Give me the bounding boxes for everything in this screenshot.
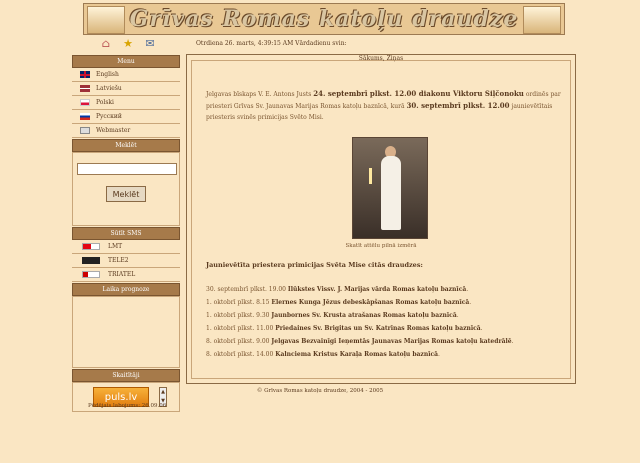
weather-header: Laika prognoze (72, 283, 180, 296)
search-button[interactable]: Meklēt (106, 186, 146, 202)
breadcrumb: Sākums, Ziņas (358, 55, 404, 62)
mail-icon[interactable]: ✉ (144, 38, 156, 50)
top-icons: ⌂ ★ ✉ (100, 38, 156, 50)
sms-item-triatel[interactable]: TRIATEL (72, 268, 180, 282)
menu-item-label: Latviešu (96, 85, 122, 92)
photo-figure (381, 156, 401, 230)
event-end: . (469, 299, 472, 306)
sms-item-label: LMT (108, 243, 123, 250)
date-bar: Otrdiena 26. marts, 4:39:15 AM Vārdadien… (196, 40, 347, 47)
list-item: 1. oktobrī plkst. 8.15 Elernes Kunga Jēz… (206, 296, 514, 309)
event-where: Kalnciema Kristus Karaļa Romas katoļu ba… (275, 351, 439, 358)
event-end: . (511, 338, 514, 345)
event-when: 30. septembrī plkst. 19.00 (206, 286, 288, 293)
sms-item-tele2[interactable]: TELE2 (72, 254, 180, 268)
menu-item-polish[interactable]: Polski (72, 96, 180, 110)
weather-panel (72, 296, 180, 368)
poland-flag-icon (80, 99, 90, 106)
last-updated: Pēdējais labojums: 26.09.06 (88, 403, 167, 409)
photo-candle (369, 168, 372, 184)
event-where: Elernes Kunga Jēzus debeskāpšanas Romas … (271, 299, 470, 306)
list-item: 30. septembrī plkst. 19.00 Ilūkstes Viss… (206, 283, 514, 296)
lead-bold-1: 24. septembrī plkst. 12.00 diakonu Vikto… (313, 89, 524, 98)
event-when: 1. oktobrī plkst. 11.00 (206, 325, 276, 332)
webmaster-icon (80, 127, 90, 134)
events-list: 30. septembrī plkst. 19.00 Ilūkstes Viss… (206, 283, 514, 361)
menu-item-webmaster[interactable]: Webmaster (72, 124, 180, 138)
menu-header: Menu (72, 55, 180, 68)
menu-item-label: Polski (96, 99, 114, 106)
event-when: 1. oktobrī plkst. 8.15 (206, 299, 272, 306)
counter-header: Skaitītāji (72, 369, 180, 382)
event-where: Priedaines Sv. Brigitas un Sv. Katrīnas … (275, 325, 481, 332)
search-header: Meklēt (72, 139, 180, 152)
list-item: 8. oktobrī plkst. 14.00 Kalnciema Kristu… (206, 348, 514, 361)
event-where: Jelgavas Bezvainīgi Ieņemtās Jaunavas Ma… (271, 338, 512, 345)
event-where: Jaunbornes Sv. Krusta atrašanas Romas ka… (271, 312, 457, 319)
event-when: 1. oktobrī plkst. 9.30 (206, 312, 272, 319)
event-end: . (438, 351, 440, 358)
main-content: Sākums, Ziņas Jelgavas bīskaps V. E. Ant… (186, 54, 576, 384)
sms-item-label: TRIATEL (108, 271, 136, 278)
sms-item-label: TELE2 (108, 257, 129, 264)
church-picture-right (523, 6, 561, 34)
event-end: . (480, 325, 483, 332)
uk-flag-icon (80, 71, 90, 78)
site-banner: Grīvas Romas katoļu draudze (83, 3, 565, 35)
menu-item-label: Pyccкий (96, 113, 122, 120)
sms-header: Sūtīt SMS (72, 227, 180, 240)
church-picture-left (87, 6, 125, 34)
list-item: 1. oktobrī plkst. 11.00 Priedaines Sv. B… (206, 322, 514, 335)
priest-photo[interactable] (352, 137, 428, 239)
lead-paragraph: Jelgavas bīskaps V. E. Antons Justs 24. … (206, 88, 566, 123)
lmt-logo-icon (82, 243, 100, 250)
latvia-flag-icon (80, 85, 90, 92)
event-when: 8. oktobrī plkst. 14.00 (206, 351, 276, 358)
menu-item-russian[interactable]: Pyccкий (72, 110, 180, 124)
sms-item-lmt[interactable]: LMT (72, 240, 180, 254)
tele2-logo-icon (82, 257, 100, 264)
lead-text-1: Jelgavas bīskaps V. E. Antons Justs (206, 91, 314, 98)
lead-bold-2: 30. septembrī plkst. 12.00 (406, 101, 510, 110)
triatel-logo-icon (82, 271, 100, 278)
menu-item-label: Webmaster (96, 127, 131, 134)
list-item: 8. oktobrī plkst. 9.00 Jelgavas Bezvainī… (206, 335, 514, 348)
events-subhead: Jaunievētīta priestera primicijas Svēta … (206, 261, 423, 269)
sidebar: Menu English Latviešu Polski Pyccкий Web… (72, 54, 180, 412)
event-end: . (456, 312, 459, 319)
page-footer: © Grīvas Romas katoļu draudze, 2004 - 20… (256, 388, 384, 394)
event-when: 8. oktobrī plkst. 9.00 (206, 338, 272, 345)
search-panel: Meklēt (72, 152, 180, 226)
home-icon[interactable]: ⌂ (100, 38, 112, 50)
list-item: 1. oktobrī plkst. 9.30 Jaunbornes Sv. Kr… (206, 309, 514, 322)
event-end: . (466, 286, 469, 293)
main-inner-frame: Sākums, Ziņas Jelgavas bīskaps V. E. Ant… (191, 55, 571, 379)
event-where: Ilūkstes Vissv. J. Marijas vārda Romas k… (287, 286, 467, 293)
menu-item-label: English (96, 71, 119, 78)
photo-caption-link[interactable]: Skatīt attēlu pilnā izmērā (192, 243, 570, 249)
menu-item-english[interactable]: English (72, 68, 180, 82)
russia-flag-icon (80, 113, 90, 120)
star-icon[interactable]: ★ (122, 38, 134, 50)
search-input[interactable] (77, 163, 177, 175)
site-title: Grīvas Romas katoļu draudze (129, 6, 519, 32)
menu-item-latvian[interactable]: Latviešu (72, 82, 180, 96)
